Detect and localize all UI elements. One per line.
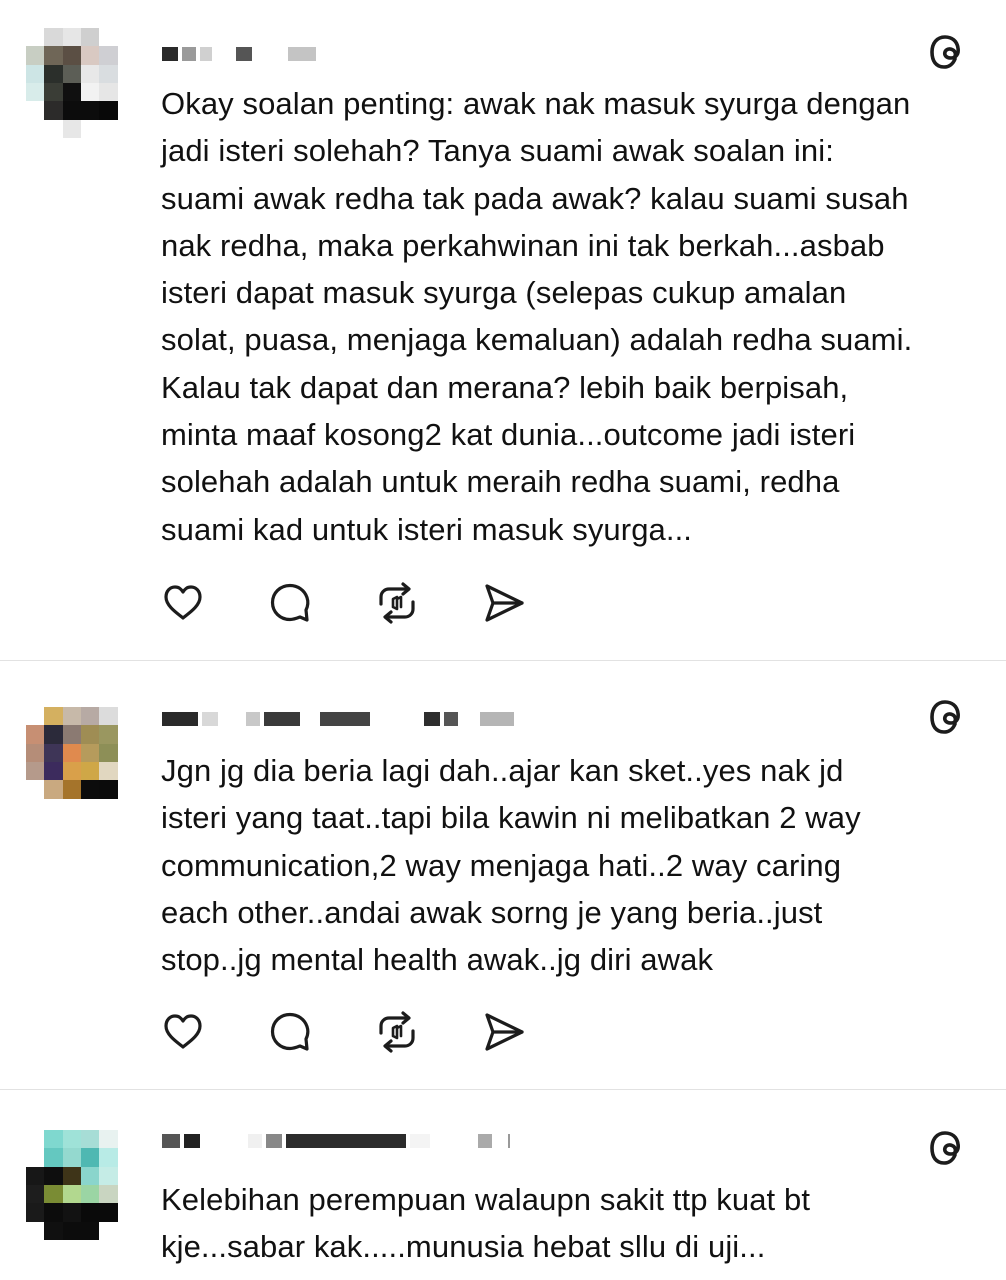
comment-bubble-icon [270,583,310,622]
post-actions [160,1009,588,1055]
send-icon [485,1013,524,1051]
like-button[interactable] [160,580,206,626]
reply-button[interactable] [267,580,313,626]
avatar[interactable] [26,28,136,138]
threads-logo-icon[interactable] [926,697,966,737]
share-button[interactable] [481,1009,527,1055]
like-button[interactable] [160,1009,206,1055]
threads-logo-icon[interactable] [926,32,966,72]
comment-bubble-icon [270,1012,310,1051]
send-icon [485,584,524,622]
repost-icon [379,582,415,624]
username-redacted[interactable] [162,46,320,62]
avatar[interactable] [26,1130,136,1240]
thread-post-2: Jgn jg dia beria lagi dah..ajar kan sket… [0,661,1006,1089]
avatar[interactable] [26,707,136,817]
post-text: Kelebihan perempuan walaupn sakit ttp ku… [161,1182,811,1265]
heart-icon [164,585,202,620]
thread-post-3: Kelebihan perempuan walaupn sakit ttp ku… [0,1090,1006,1280]
share-button[interactable] [481,580,527,626]
repost-icon [379,1011,415,1053]
post-text: Jgn jg dia beria lagi dah..ajar kan sket… [161,753,861,978]
threads-logo-icon[interactable] [926,1128,966,1168]
thread-post-1: Okay soalan penting: awak nak masuk syur… [0,0,1006,660]
post-text: Okay soalan penting: awak nak masuk syur… [161,86,913,547]
username-redacted[interactable] [162,1133,514,1149]
username-redacted[interactable] [162,711,518,727]
repost-button[interactable] [374,1009,420,1055]
reply-button[interactable] [267,1009,313,1055]
repost-button[interactable] [374,580,420,626]
post-actions [160,580,588,626]
heart-icon [164,1014,202,1049]
